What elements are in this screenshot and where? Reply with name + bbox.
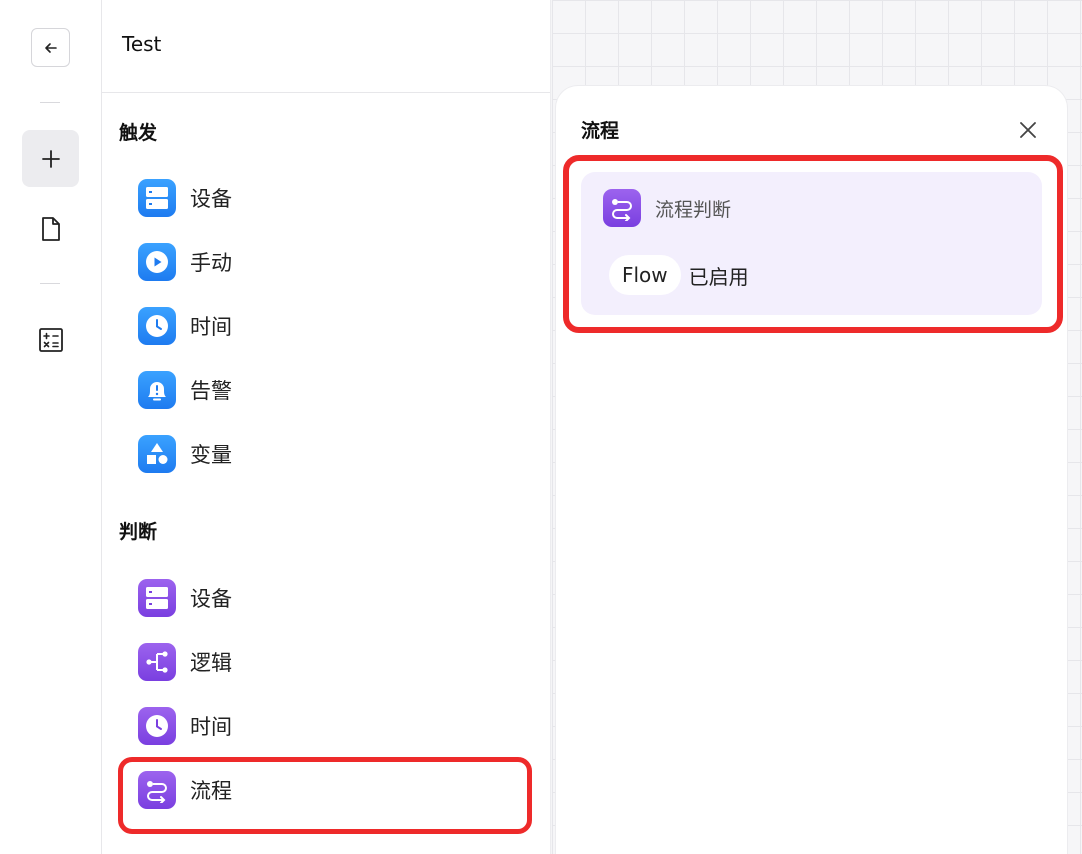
- calculator-button[interactable]: [22, 311, 79, 368]
- clock-icon: [138, 707, 176, 745]
- document-button[interactable]: [22, 200, 79, 257]
- trigger-item-label: 设备: [190, 187, 232, 211]
- trigger-item-label: 告警: [190, 379, 232, 403]
- trigger-item-time[interactable]: 时间: [132, 300, 527, 352]
- condition-item-device[interactable]: 设备: [132, 572, 527, 624]
- shapes-icon: [138, 435, 176, 473]
- node-menu-panel: Test 触发 设备 手动 时间 告警 变量 判断 设备 逻辑 时间 流程: [102, 0, 551, 854]
- clock-icon: [138, 307, 176, 345]
- add-button[interactable]: [22, 130, 79, 187]
- rail-divider: [40, 102, 60, 103]
- trigger-item-alarm[interactable]: 告警: [132, 364, 527, 416]
- condition-item-label: 时间: [190, 715, 232, 739]
- trigger-item-manual[interactable]: 手动: [132, 236, 527, 288]
- play-icon: [138, 243, 176, 281]
- condition-item-label: 逻辑: [190, 651, 232, 675]
- document-icon: [41, 216, 60, 241]
- condition-item-label: 设备: [190, 587, 232, 611]
- trigger-item-label: 变量: [190, 443, 232, 467]
- rail-divider: [40, 283, 60, 284]
- condition-item-logic[interactable]: 逻辑: [132, 636, 527, 688]
- left-rail: [0, 0, 102, 854]
- alarm-icon: [138, 371, 176, 409]
- close-button[interactable]: [1016, 118, 1040, 142]
- trigger-section-title: 触发: [119, 122, 158, 144]
- highlight-box: [563, 155, 1063, 333]
- back-arrow-icon: [44, 42, 57, 53]
- calculator-icon: [38, 327, 63, 352]
- menu-header: Test: [102, 0, 550, 93]
- menu-title: Test: [122, 32, 162, 56]
- back-button[interactable]: [31, 28, 70, 67]
- condition-item-time[interactable]: 时间: [132, 700, 527, 752]
- trigger-item-variable[interactable]: 变量: [132, 428, 527, 480]
- trigger-item-device[interactable]: 设备: [132, 172, 527, 224]
- server-icon: [138, 179, 176, 217]
- close-icon: [1020, 122, 1036, 138]
- condition-section-title: 判断: [119, 521, 158, 543]
- server-icon: [138, 579, 176, 617]
- highlight-box: [118, 757, 532, 834]
- app: Test 触发 设备 手动 时间 告警 变量 判断 设备 逻辑 时间 流程 流程…: [0, 0, 1082, 854]
- detail-title: 流程: [581, 120, 620, 142]
- plus-icon: [41, 149, 60, 168]
- branch-icon: [138, 643, 176, 681]
- trigger-item-label: 手动: [190, 251, 232, 275]
- trigger-item-label: 时间: [190, 315, 232, 339]
